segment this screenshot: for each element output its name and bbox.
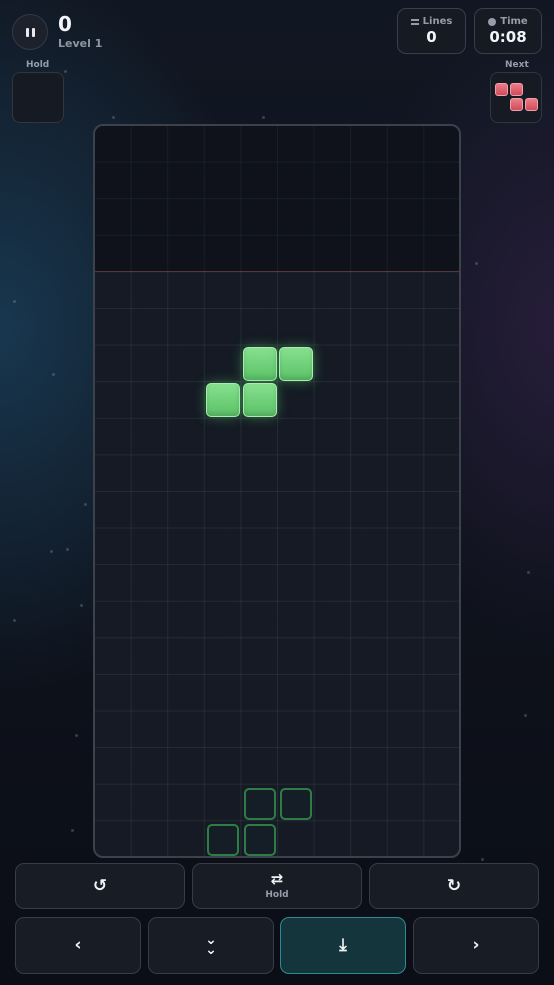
background-star: [80, 604, 83, 607]
next-label: Next: [505, 60, 529, 70]
move-right-button[interactable]: ›: [413, 917, 539, 974]
rotate-right-button[interactable]: ↻: [369, 863, 539, 909]
next-piece-block: [495, 83, 508, 96]
soft-drop-button[interactable]: ⌄ ⌄: [148, 917, 274, 974]
hold-slot: [12, 72, 64, 123]
rotate-ccw-icon: ↺: [92, 875, 108, 896]
hold-button[interactable]: ⇄ Hold: [192, 863, 362, 909]
background-star: [13, 619, 16, 622]
background-star: [64, 70, 67, 73]
background-star: [112, 116, 115, 119]
lines-label: Lines: [422, 16, 453, 27]
lines-stat: Lines 0: [397, 8, 466, 54]
background-star: [481, 858, 484, 861]
background-star: [75, 734, 78, 737]
ghost-piece-block: [207, 824, 239, 856]
rotate-cw-icon: ↻: [446, 875, 462, 896]
pause-icon: [31, 27, 35, 37]
next-piece-block: [510, 83, 523, 96]
next-piece-preview: [490, 72, 542, 123]
timer-icon: [488, 17, 497, 26]
background-star: [50, 550, 53, 553]
background-star: [262, 116, 265, 119]
background-star: [66, 548, 69, 551]
background-star: [527, 571, 530, 574]
next-piece-block: [510, 98, 523, 111]
swap-icon: ⇄: [270, 870, 284, 888]
background-star: [52, 373, 55, 376]
chevron-right-icon: ›: [472, 935, 480, 955]
hard-drop-button[interactable]: ⤓: [280, 917, 406, 974]
level-label: Level 1: [58, 37, 103, 50]
ghost-piece-block: [244, 788, 276, 820]
active-piece-block: [206, 383, 240, 417]
active-piece-block: [243, 347, 277, 381]
hold-button-label: Hold: [265, 890, 289, 900]
score-value: 0: [58, 12, 72, 36]
spawn-zone: [95, 126, 459, 272]
lines-value: 0: [426, 28, 437, 46]
game-board[interactable]: [93, 124, 461, 858]
next-piece-block: [525, 98, 538, 111]
time-value: 0:08: [489, 28, 527, 46]
hold-label: Hold: [26, 60, 50, 70]
chevron-left-icon: ‹: [74, 935, 82, 955]
hard-drop-icon: ⤓: [339, 935, 347, 955]
danger-line: [95, 271, 459, 272]
ghost-piece-block: [244, 824, 276, 856]
lines-icon: [410, 18, 419, 25]
background-star: [524, 714, 527, 717]
pause-icon: [25, 27, 29, 37]
background-star: [84, 503, 87, 506]
background-star: [71, 829, 74, 832]
move-left-button[interactable]: ‹: [15, 917, 141, 974]
background-star: [475, 262, 478, 265]
active-piece-block: [279, 347, 313, 381]
pause-button[interactable]: [12, 14, 48, 50]
rotate-left-button[interactable]: ↺: [15, 863, 185, 909]
active-piece-block: [243, 383, 277, 417]
background-star: [13, 300, 16, 303]
ghost-piece-block: [280, 788, 312, 820]
double-chevron-down-icon: ⌄ ⌄: [205, 931, 217, 958]
time-stat: Time 0:08: [474, 8, 542, 54]
time-label: Time: [500, 16, 528, 27]
